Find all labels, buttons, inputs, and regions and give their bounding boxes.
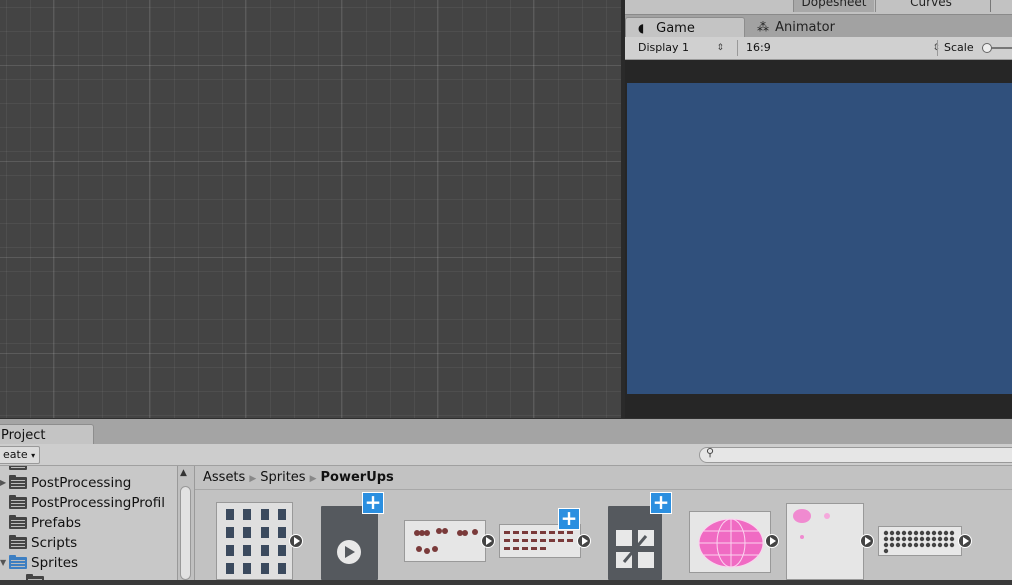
top-strip-edge (990, 0, 1012, 12)
animator-icon: ⁂ (757, 20, 769, 34)
animator-controller-thumbnail (608, 506, 662, 580)
scrollbar-thumb[interactable] (180, 486, 191, 580)
shield-sphere-icon (698, 518, 764, 568)
tree-item-child-partial[interactable] (0, 572, 178, 580)
tree-item-prefabs[interactable]: Prefabs (0, 513, 178, 533)
breadcrumb-current[interactable]: PowerUps (321, 470, 394, 485)
scroll-up-arrow-icon[interactable]: ▲ (180, 468, 187, 478)
folder-open-icon (9, 555, 27, 569)
scale-slider-knob[interactable] (982, 43, 992, 53)
asset-thumbnail (216, 502, 293, 580)
select-arrows-icon: ⇕ (716, 43, 724, 53)
folder-icon (9, 515, 27, 529)
breadcrumb-item[interactable]: Assets (203, 470, 245, 485)
aspect-select[interactable]: 16:9 ⇕ (737, 40, 946, 56)
tree-item-postprocessing[interactable]: ▶ PostProcessing (0, 473, 178, 493)
tree-item-label: Prefabs (31, 515, 82, 531)
expand-play-icon[interactable] (860, 534, 874, 548)
expand-play-icon[interactable] (765, 534, 779, 548)
plus-icon: + (362, 492, 384, 514)
expand-arrow-icon[interactable]: ▶ (0, 473, 6, 493)
powerup-sprites-icon (414, 528, 478, 554)
tree-scrollbar[interactable]: ▲ (177, 466, 194, 580)
tab-animator-label: Animator (775, 20, 835, 35)
pacman-icon: ◖ (638, 21, 645, 35)
expanded-arrow-icon[interactable]: ▼ (0, 553, 6, 573)
search-icon: ⚲ (706, 446, 715, 459)
display-select[interactable]: Display 1 ⇕ (638, 40, 730, 56)
asset-thumbnail (404, 520, 486, 562)
breadcrumb-item[interactable]: Sprites (260, 470, 305, 485)
tree-item-label: Sprites (31, 555, 79, 571)
asset-thumbnail (878, 526, 962, 556)
folder-icon (9, 475, 27, 489)
tab-curves[interactable]: Curves (875, 0, 986, 12)
tab-game[interactable]: ◖ Game (625, 17, 745, 37)
tree-item-label: Scripts (31, 535, 78, 551)
project-tabbar: Project (0, 418, 1012, 445)
project-assets-pane: Assets ▶ Sprites ▶ PowerUps + + + (194, 466, 1012, 580)
expand-play-icon[interactable] (481, 534, 495, 548)
tree-item-label: PostProcessing (31, 475, 132, 491)
search-input[interactable]: ⚲ (699, 446, 1012, 463)
breadcrumb-divider (195, 489, 1012, 490)
tree-item-postprocessingprofiles[interactable]: PostProcessingProfil (0, 493, 178, 513)
folder-icon (9, 495, 27, 509)
chevron-right-icon: ▶ (309, 474, 317, 484)
tree-item-scripts[interactable]: Scripts (0, 533, 178, 553)
project-folder-tree: ▶ PostProcessing PostProcessingProfil Pr… (0, 466, 178, 580)
tree-item-sprites[interactable]: ▼ Sprites (0, 553, 178, 573)
dots-sprites-icon (883, 530, 955, 554)
animation-play-icon (337, 540, 361, 564)
project-toolbar: eate ▾ ⚲ (0, 444, 1012, 466)
tab-project[interactable]: Project (0, 424, 94, 445)
game-toolbar: Display 1 ⇕ 16:9 ⇕ Scale (625, 37, 1012, 60)
pickup-sprites-icon (504, 531, 573, 550)
animation-clip-thumbnail (321, 506, 378, 580)
expand-play-icon[interactable] (289, 534, 303, 548)
animation-top-strip: Dopesheet Curves (625, 0, 1012, 15)
game-view (625, 60, 1012, 418)
game-render-canvas[interactable] (627, 83, 1012, 394)
ammo-sprites-icon (226, 509, 286, 574)
tab-game-label: Game (656, 21, 695, 36)
folder-icon (9, 466, 27, 470)
chevron-right-icon: ▶ (249, 474, 257, 484)
pink-sprites-icon (793, 509, 830, 539)
tree-item-label: PostProcessingProfil (31, 495, 166, 511)
display-select-value: Display 1 (638, 41, 690, 54)
create-button-label: eate (3, 448, 28, 461)
breadcrumb: Assets ▶ Sprites ▶ PowerUps (203, 469, 394, 487)
plus-icon: + (558, 508, 580, 530)
asset-thumbnail (689, 511, 771, 573)
plus-icon: + (650, 492, 672, 514)
expand-play-icon[interactable] (958, 534, 972, 548)
tab-animator[interactable]: ⁂ Animator (747, 17, 897, 37)
folder-icon (26, 574, 44, 580)
create-button[interactable]: eate ▾ (0, 446, 41, 464)
folder-icon (9, 535, 27, 549)
animator-controller-icon (616, 530, 654, 568)
asset-thumbnail (786, 503, 864, 580)
aspect-select-value: 16:9 (746, 41, 771, 54)
expand-play-icon[interactable] (577, 534, 591, 548)
scale-control: Scale (937, 40, 1012, 56)
dropdown-arrow-icon: ▾ (31, 451, 36, 460)
tab-dopesheet[interactable]: Dopesheet (793, 0, 874, 12)
game-window-tabbar: ◖ Game ⁂ Animator (625, 15, 1012, 37)
animator-graph-canvas[interactable] (0, 0, 621, 418)
scale-label: Scale (944, 41, 974, 54)
